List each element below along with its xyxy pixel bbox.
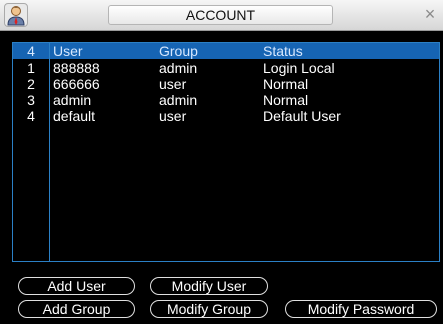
row-user: 666666 <box>53 76 100 92</box>
window-title: ACCOUNT <box>108 5 333 25</box>
header-user[interactable]: User <box>53 43 83 59</box>
modify-group-button[interactable]: Modify Group <box>150 300 268 318</box>
add-group-button[interactable]: Add Group <box>18 300 135 318</box>
close-icon[interactable]: × <box>421 5 439 23</box>
row-status: Normal <box>263 92 309 108</box>
row-number: 1 <box>27 60 35 76</box>
row-user: 888888 <box>53 60 100 76</box>
user-table: 4 User Group Status 1 888888 admin Login… <box>12 42 440 262</box>
row-group: admin <box>159 92 198 108</box>
table-header: 4 User Group Status <box>13 43 439 59</box>
modify-password-button[interactable]: Modify Password <box>285 300 437 318</box>
title-bar: ACCOUNT × <box>0 0 443 31</box>
header-group[interactable]: Group <box>159 43 198 59</box>
table-row[interactable]: 4 default user Default User <box>13 109 439 124</box>
row-user: default <box>53 108 96 124</box>
row-number: 2 <box>27 76 35 92</box>
header-count: 4 <box>27 43 35 59</box>
row-group: user <box>159 108 187 124</box>
add-user-button[interactable]: Add User <box>18 277 135 295</box>
header-status[interactable]: Status <box>263 43 303 59</box>
row-group: admin <box>159 60 198 76</box>
row-user: admin <box>53 92 92 108</box>
row-number: 4 <box>27 108 35 124</box>
table-row[interactable]: 1 888888 admin Login Local <box>13 61 439 76</box>
modify-user-button[interactable]: Modify User <box>150 277 268 295</box>
user-avatar-icon <box>4 3 28 27</box>
row-status: Login Local <box>263 60 335 76</box>
row-number: 3 <box>27 92 35 108</box>
row-status: Default User <box>263 108 341 124</box>
row-status: Normal <box>263 76 309 92</box>
table-row[interactable]: 2 666666 user Normal <box>13 77 439 92</box>
table-row[interactable]: 3 admin admin Normal <box>13 93 439 108</box>
row-group: user <box>159 76 187 92</box>
